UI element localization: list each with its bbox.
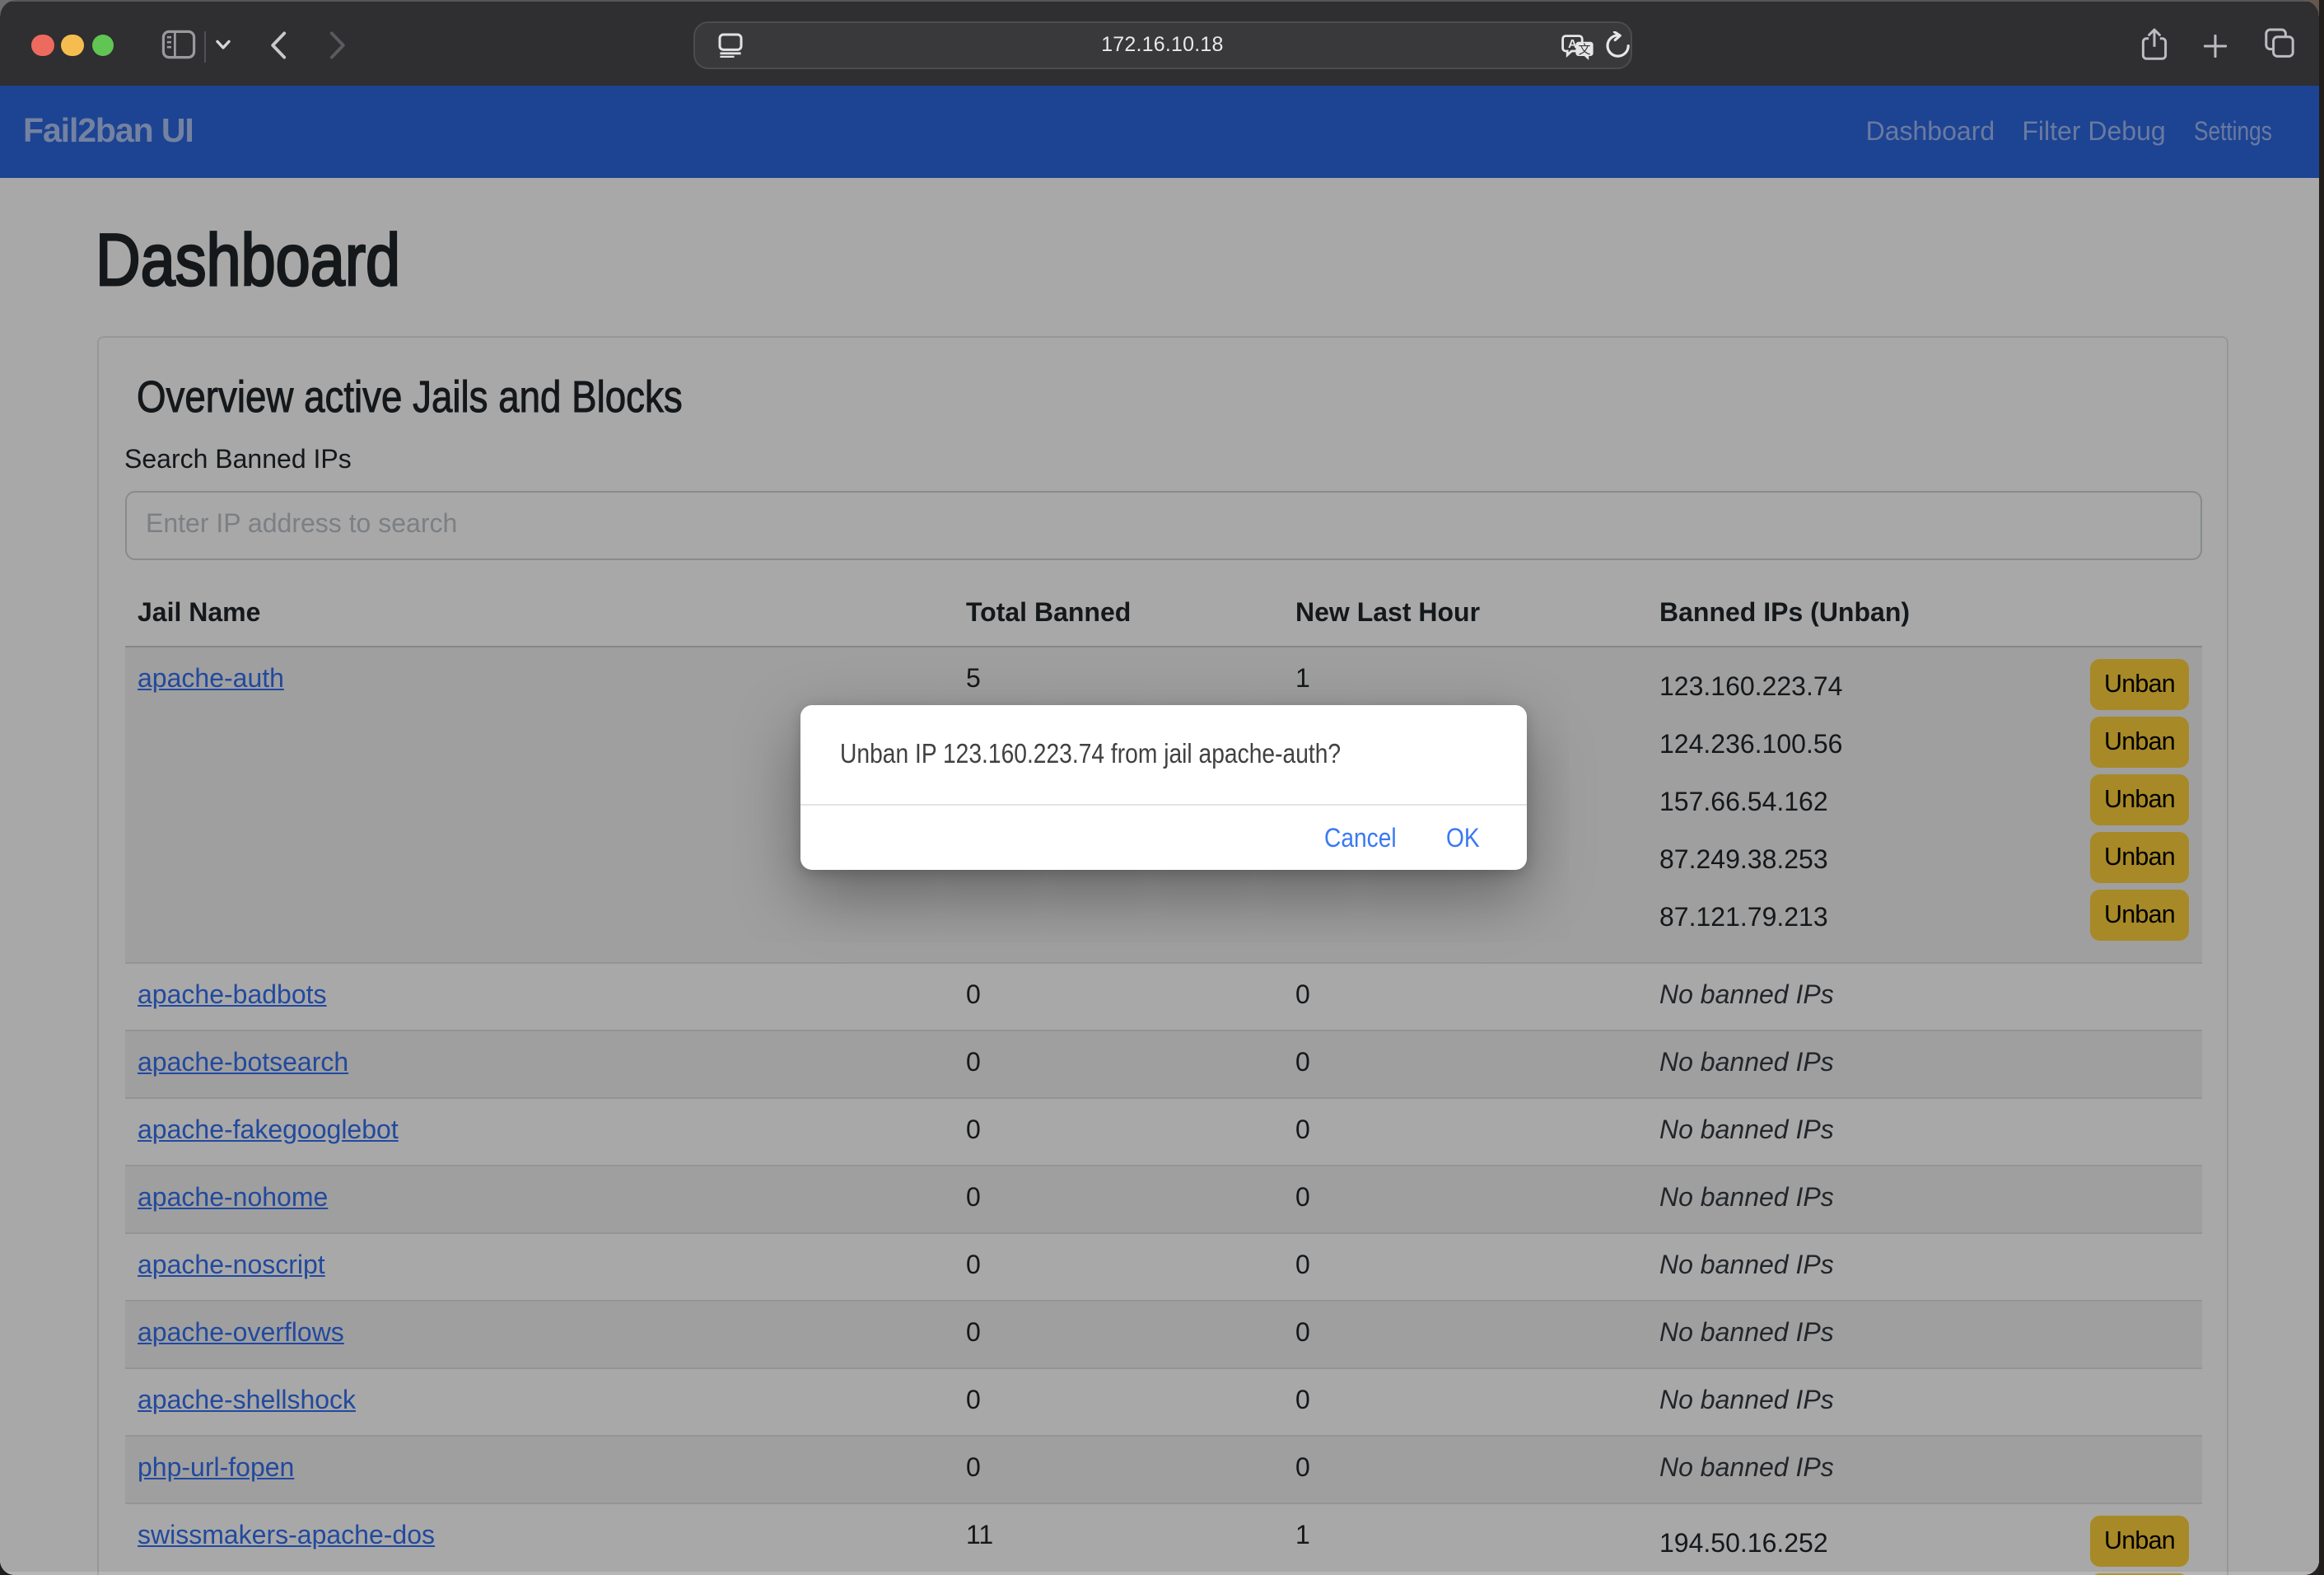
svg-text:A: A — [1568, 36, 1577, 50]
svg-text:文: 文 — [1578, 42, 1590, 56]
